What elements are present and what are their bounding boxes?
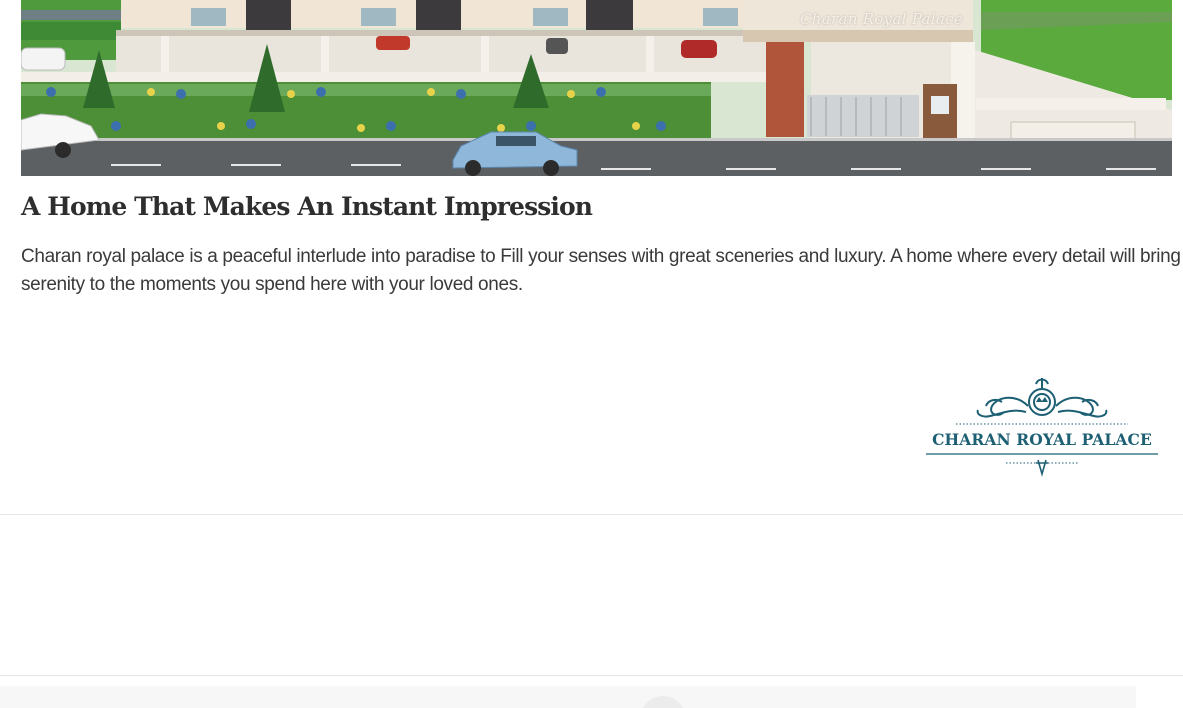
section-description: Charan royal palace is a peaceful interl… (21, 246, 1181, 295)
brand-logo[interactable]: CHARAN ROYAL PALACE (920, 372, 1164, 478)
crown-ornament-icon (926, 378, 1158, 477)
brand-logo-text: CHARAN ROYAL PALACE (932, 430, 1152, 449)
building-illustration (21, 0, 1172, 176)
page: Charan Royal Palace A Home That Makes An… (0, 0, 1183, 708)
footer-strip (0, 686, 1136, 708)
footer-divider (0, 675, 1183, 676)
section-headline: A Home That Makes An Instant Impression (21, 192, 593, 221)
hero-rendering: Charan Royal Palace (21, 0, 1172, 176)
hero-caption: Charan Royal Palace (800, 10, 964, 28)
section-divider (0, 514, 1183, 515)
